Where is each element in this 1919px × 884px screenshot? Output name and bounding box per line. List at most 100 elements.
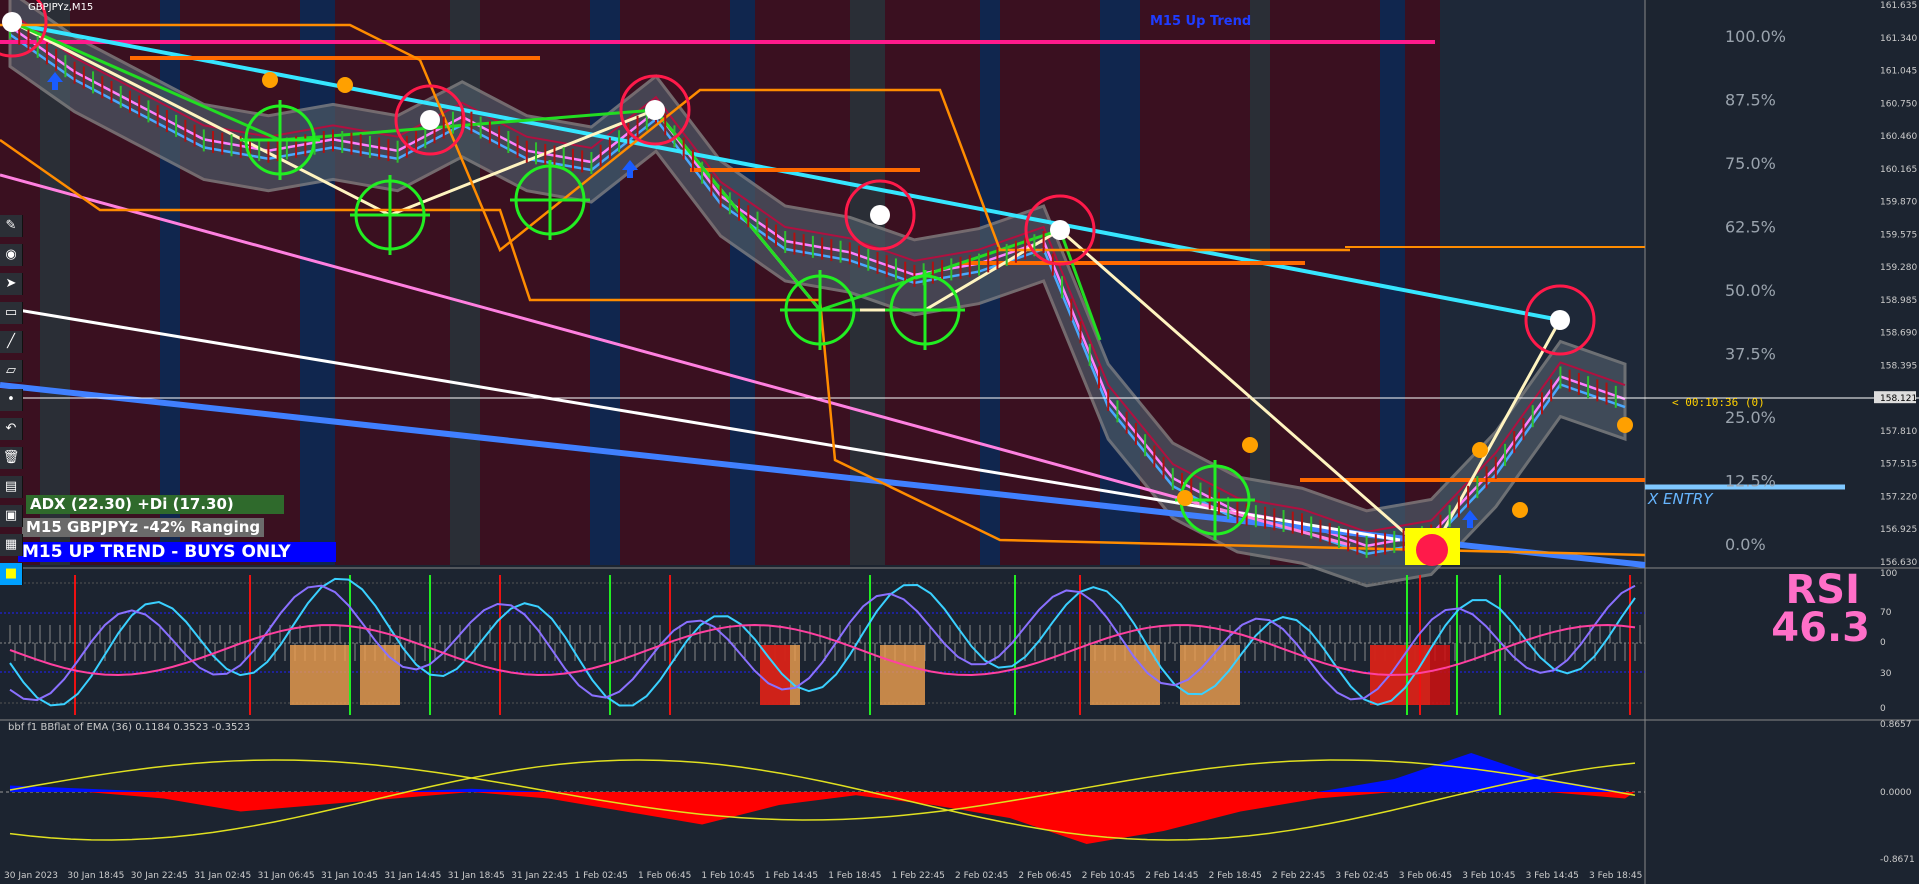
time-tick: 2 Feb 10:45 — [1082, 871, 1135, 881]
fib-level-label: 75.0% — [1725, 154, 1776, 173]
price-chart[interactable]: 161.635 161.340 161.045 160.750 160.460 160.1… — [0, 0, 1919, 884]
swing-point — [1550, 310, 1570, 330]
fib-level-label: 87.5% — [1725, 91, 1776, 110]
alert-dot — [1242, 437, 1258, 453]
time-tick: 2 Feb 22:45 — [1272, 871, 1325, 881]
window-title: GBPJPYz,M15 — [28, 2, 94, 13]
fx-entry-label: X ENTRY — [1648, 490, 1713, 508]
price-tick: 157.220 — [1880, 492, 1917, 502]
trading-chart-window: 161.635 161.340 161.045 160.750 160.460 160.1… — [0, 0, 1919, 884]
alert-dot — [1512, 502, 1528, 518]
swing-point — [870, 205, 890, 225]
time-tick: 31 Jan 10:45 — [321, 871, 378, 881]
time-tick: 31 Jan 14:45 — [384, 871, 441, 881]
price-tick: 157.810 — [1880, 427, 1917, 437]
fib-level-label: 62.5% — [1725, 218, 1776, 237]
price-tick: 160.460 — [1880, 132, 1917, 142]
dot-icon[interactable]: • — [0, 389, 23, 411]
trend-zone-stripe — [730, 0, 755, 565]
price-tick: 156.630 — [1880, 558, 1917, 568]
ruler-icon[interactable]: ▭ — [0, 302, 23, 324]
adx-box: ADX (22.30) +Di (17.30) — [26, 495, 284, 514]
oversold-block — [1180, 645, 1240, 705]
rsi-tick: 0 — [1880, 704, 1886, 714]
price-tick: 159.575 — [1880, 230, 1917, 240]
color-icon[interactable]: ■ — [0, 563, 23, 585]
time-tick: 31 Jan 22:45 — [511, 871, 568, 881]
oversold-red-block — [760, 645, 790, 705]
line-icon[interactable]: ╱ — [0, 331, 23, 353]
time-tick: 1 Feb 02:45 — [575, 871, 628, 881]
oversold-block — [880, 645, 925, 705]
fib-level-label: 50.0% — [1725, 281, 1776, 300]
alert-dot — [1177, 490, 1193, 506]
fib-level-label: 100.0% — [1725, 27, 1786, 46]
pen-icon[interactable]: ✎ — [0, 215, 23, 237]
rsi-value: 46.3 — [1771, 605, 1870, 651]
time-tick: 31 Jan 06:45 — [258, 871, 315, 881]
price-tick: 160.165 — [1880, 165, 1917, 175]
price-tick: 158.690 — [1880, 329, 1917, 339]
price-tick: 161.045 — [1880, 67, 1917, 77]
time-tick: 3 Feb 18:45 — [1589, 871, 1642, 881]
time-tick: 2 Feb 18:45 — [1209, 871, 1262, 881]
swing-point — [420, 110, 440, 130]
trash-icon[interactable]: 🗑 — [0, 447, 23, 469]
time-tick: 30 Jan 22:45 — [131, 871, 188, 881]
doc-icon[interactable]: ▦ — [0, 534, 23, 556]
time-tick: 2 Feb 14:45 — [1145, 871, 1198, 881]
truck-icon[interactable]: ▤ — [0, 476, 23, 498]
alert-dot — [337, 77, 353, 93]
swing-point — [2, 12, 22, 32]
fib-level-label: 25.0% — [1725, 408, 1776, 427]
swing-point — [645, 100, 665, 120]
countdown-label: < 00:10:36 (0) — [1672, 396, 1765, 409]
alert-dot — [262, 72, 278, 88]
rsi-label: RSI — [1785, 567, 1861, 613]
time-tick: 2 Feb 06:45 — [1018, 871, 1071, 881]
price-tick: 161.635 — [1880, 1, 1917, 11]
price-tick: 158.985 — [1880, 296, 1917, 306]
time-tick: 3 Feb 02:45 — [1335, 871, 1388, 881]
price-tick: 159.870 — [1880, 198, 1917, 208]
alert-dot — [1617, 417, 1633, 433]
trend-zone-stripe — [590, 0, 620, 565]
rsi-tick: 30 — [1880, 669, 1892, 679]
ranging-box: M15 GBPJPYz -42% Ranging — [22, 518, 265, 537]
time-tick: 1 Feb 18:45 — [828, 871, 881, 881]
undo-icon[interactable]: ↶ — [0, 418, 23, 440]
eraser-icon[interactable]: ▱ — [0, 360, 23, 382]
fib-level-label: 12.5% — [1725, 472, 1776, 491]
cursor-icon[interactable]: ➤ — [0, 273, 23, 295]
price-tick: 161.340 — [1880, 34, 1917, 44]
rsi-tick: 70 — [1880, 608, 1892, 618]
rsi-tick: 0 — [1880, 638, 1886, 648]
time-tick: 30 Jan 18:45 — [67, 871, 124, 881]
time-tick: 31 Jan 18:45 — [448, 871, 505, 881]
trend-box: M15 UP TREND - BUYS ONLY — [18, 542, 336, 562]
price-tick: 156.925 — [1880, 525, 1917, 535]
time-tick: 1 Feb 06:45 — [638, 871, 691, 881]
rsi-tick: 100 — [1880, 569, 1897, 579]
time-tick: 2 Feb 02:45 — [955, 871, 1008, 881]
price-tick: 159.280 — [1880, 263, 1917, 273]
oversold-block — [290, 645, 350, 705]
alert-dot — [1472, 442, 1488, 458]
time-tick: 1 Feb 22:45 — [892, 871, 945, 881]
bbf-tick: -0.8671 — [1880, 855, 1915, 865]
time-tick: 3 Feb 10:45 — [1462, 871, 1515, 881]
time-tick: 3 Feb 06:45 — [1399, 871, 1452, 881]
chart-title: M15 Up Trend — [1150, 14, 1252, 29]
fib-level-label: 0.0% — [1725, 535, 1766, 554]
price-tick: 158.121 — [1880, 394, 1917, 404]
time-tick: 31 Jan 02:45 — [194, 871, 251, 881]
time-tick: 1 Feb 10:45 — [701, 871, 754, 881]
camera-icon[interactable]: ▣ — [0, 505, 23, 527]
price-tick: 157.515 — [1880, 460, 1917, 470]
bbf-tick: 0.0000 — [1880, 788, 1912, 798]
eye-icon[interactable]: ◉ — [0, 244, 23, 266]
time-tick: 3 Feb 14:45 — [1526, 871, 1579, 881]
time-tick: 1 Feb 14:45 — [765, 871, 818, 881]
oversold-block — [360, 645, 400, 705]
swing-point — [1050, 220, 1070, 240]
